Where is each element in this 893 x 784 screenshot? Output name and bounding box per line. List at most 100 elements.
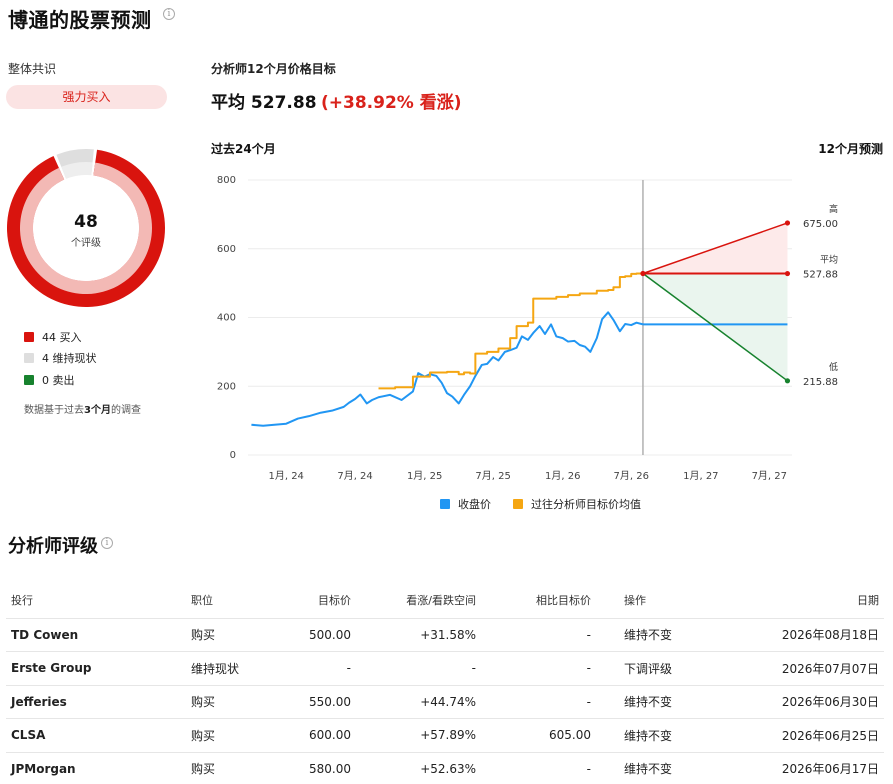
x-tick-label: 1月, 25 <box>407 470 442 482</box>
cell-position: 购买 <box>186 752 276 784</box>
buy-swatch <box>24 332 34 342</box>
table-row[interactable]: TD Cowen 购买 500.00 +31.58% - 维持不变 2026年08月18日 <box>6 618 884 652</box>
x-tick-label: 1月, 27 <box>683 470 718 482</box>
legend-buy-label: 44 买入 <box>42 331 82 344</box>
cell-target: - <box>276 651 356 686</box>
col-action: 操作 <box>596 582 746 619</box>
cell-date: 2026年06月30日 <box>746 685 884 719</box>
price-forecast-chart[interactable]: 0 200 400 600 800 1月, 24 7月, 24 1月, 25 7月, 25 1月,… <box>200 165 890 490</box>
legend-sell-label: 0 卖出 <box>42 374 75 387</box>
survey-note-pre: 数据基于过去 <box>24 405 84 416</box>
cell-position: 维持现状 <box>186 651 276 686</box>
y-tick-label: 200 <box>217 381 236 392</box>
cell-firm: TD Cowen <box>6 618 186 652</box>
x-tick-label: 1月, 26 <box>545 470 580 482</box>
cell-vs-target: - <box>481 618 596 652</box>
survey-note: 数据基于过去3个月的调查 <box>24 401 141 416</box>
forecast-avg-label: 平均 <box>820 254 838 266</box>
col-position: 职位 <box>186 582 276 619</box>
target-swatch <box>513 499 523 509</box>
price-target-label: 分析师12个月价格目标 <box>211 62 336 76</box>
table-row[interactable]: CLSA 购买 600.00 +57.89% 605.00 维持不变 2026年06月25日 <box>6 718 884 753</box>
chart-legend: 收盘价 过往分析师目标价均值 <box>440 496 641 512</box>
cell-upside: +44.74% <box>356 685 481 719</box>
close-price-line <box>251 311 644 427</box>
cell-vs-target: - <box>481 685 596 719</box>
hold-swatch <box>24 353 34 363</box>
forecast-start-point <box>640 270 646 277</box>
sell-swatch <box>24 375 34 385</box>
cell-action: 维持不变 <box>596 685 746 719</box>
cell-target: 600.00 <box>276 718 356 753</box>
col-firm: 投行 <box>6 582 186 619</box>
target-average-line <box>378 272 643 390</box>
cell-vs-target: - <box>481 752 596 784</box>
cell-action: 维持不变 <box>596 752 746 784</box>
cell-position: 购买 <box>186 685 276 719</box>
cell-date: 2026年06月25日 <box>746 718 884 753</box>
cell-firm: Jefferies <box>6 685 186 719</box>
col-upside: 看涨/看跌空间 <box>356 582 481 619</box>
cell-date: 2026年06月17日 <box>746 752 884 784</box>
cell-upside: +52.63% <box>356 752 481 784</box>
cell-upside: +31.58% <box>356 618 481 652</box>
y-tick-label: 800 <box>217 175 236 186</box>
cell-target: 580.00 <box>276 752 356 784</box>
y-tick-label: 600 <box>217 244 236 255</box>
survey-note-period: 3个月 <box>84 405 111 416</box>
cell-action: 下调评级 <box>596 651 746 686</box>
col-vs-target: 相比目标价 <box>481 582 596 619</box>
cell-firm: JPMorgan <box>6 752 186 784</box>
forecast-avg-value: 527.88 <box>803 270 838 281</box>
table-header-row: 投行 职位 目标价 看涨/看跌空间 相比目标价 操作 日期 <box>6 582 884 619</box>
page-title: 博通的股票预测 <box>8 8 152 32</box>
x-tick-label: 7月, 26 <box>613 470 648 482</box>
y-tick-label: 400 <box>217 313 236 324</box>
ratings-section-title: 分析师评级 <box>8 536 98 557</box>
chart-forecast-label: 12个月预测 <box>818 142 883 156</box>
forecast-low-label: 低 <box>829 361 838 373</box>
cell-date: 2026年08月18日 <box>746 618 884 652</box>
x-tick-label: 1月, 24 <box>268 470 303 482</box>
info-icon[interactable]: i <box>101 537 113 549</box>
legend-hold: 4 维持现状 <box>24 350 97 366</box>
forecast-high-value: 675.00 <box>803 219 838 230</box>
cell-firm: Erste Group <box>6 651 186 686</box>
forecast-high-point <box>784 220 791 226</box>
col-date: 日期 <box>746 582 884 619</box>
cell-upside: +57.89% <box>356 718 481 753</box>
legend-target-label: 过往分析师目标价均值 <box>531 498 641 511</box>
x-tick-label: 7月, 25 <box>475 470 510 482</box>
legend-sell: 0 卖出 <box>24 372 75 388</box>
forecast-low-point <box>784 378 791 384</box>
cell-position: 购买 <box>186 718 276 753</box>
table-row[interactable]: Jefferies 购买 550.00 +44.74% - 维持不变 2026年06月30日 <box>6 685 884 719</box>
legend-close-label: 收盘价 <box>458 498 491 511</box>
cell-position: 购买 <box>186 618 276 652</box>
price-target-average: 平均 527.88 <box>211 93 317 113</box>
cell-action: 维持不变 <box>596 718 746 753</box>
info-icon[interactable]: i <box>163 8 175 20</box>
forecast-low-value: 215.88 <box>803 377 838 388</box>
consensus-label: 整体共识 <box>8 62 57 76</box>
price-target-upside: (+38.92% 看涨) <box>321 93 462 113</box>
table-row[interactable]: JPMorgan 购买 580.00 +52.63% - 维持不变 2026年06月17日 <box>6 752 884 784</box>
x-tick-label: 7月, 24 <box>337 470 372 482</box>
cell-date: 2026年07月07日 <box>746 651 884 686</box>
legend-hold-label: 4 维持现状 <box>42 352 97 365</box>
ratings-table: 投行 职位 目标价 看涨/看跌空间 相比目标价 操作 日期 TD Cowen 购买… <box>6 582 884 784</box>
table-row[interactable]: Erste Group 维持现状 - - - 下调评级 2026年07月07日 <box>6 651 884 686</box>
cell-target: 500.00 <box>276 618 356 652</box>
col-target: 目标价 <box>276 582 356 619</box>
cell-action: 维持不变 <box>596 618 746 652</box>
cell-upside: - <box>356 651 481 686</box>
cell-vs-target: 605.00 <box>481 718 596 753</box>
forecast-high-label: 高 <box>829 203 838 215</box>
donut-total-label: 个评级 <box>71 238 101 249</box>
y-tick-label: 0 <box>230 450 236 461</box>
consensus-rating-badge: 强力买入 <box>6 85 167 109</box>
close-swatch <box>440 499 450 509</box>
x-tick-label: 7月, 27 <box>752 470 787 482</box>
donut-total-count: 48 <box>74 212 98 232</box>
cell-firm: CLSA <box>6 718 186 753</box>
